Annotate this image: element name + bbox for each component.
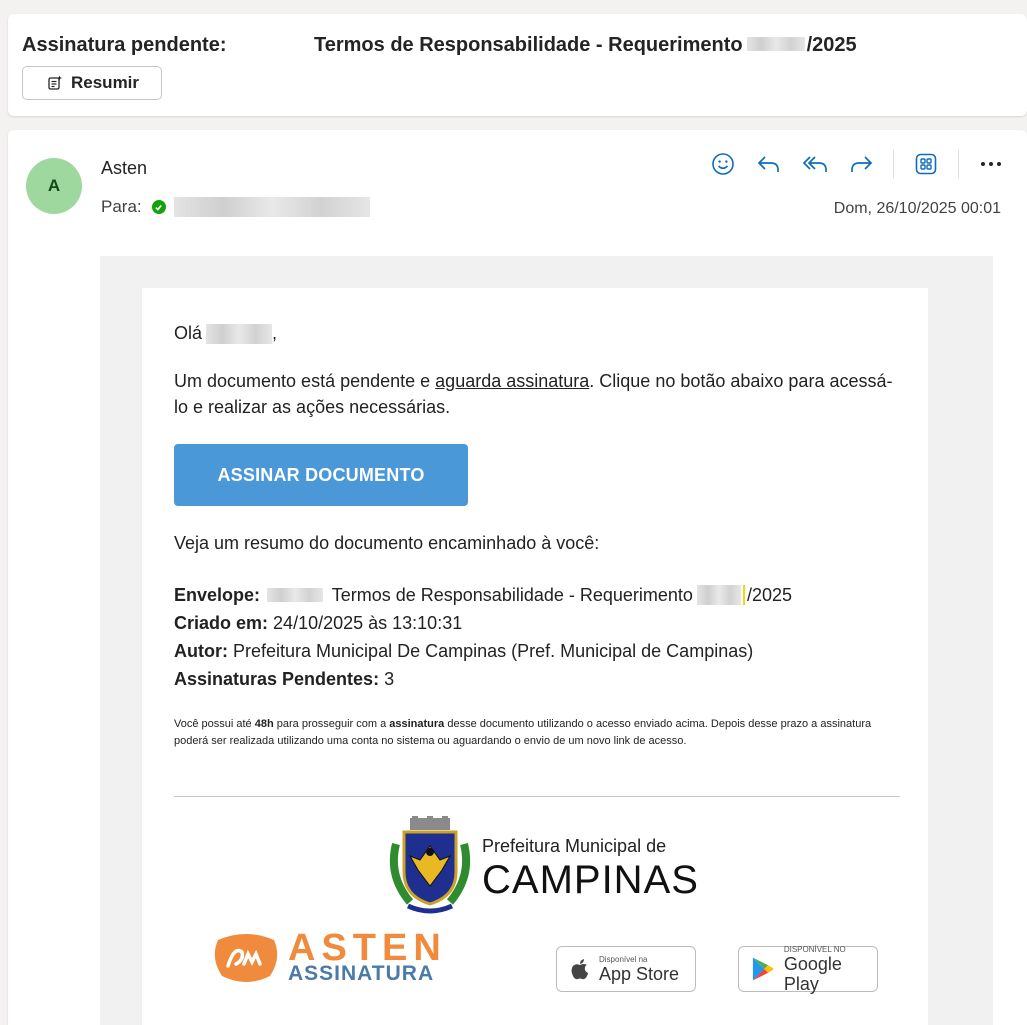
note-signature: assinatura <box>389 718 445 730</box>
author-value: Prefeitura Municipal De Campinas (Pref. … <box>233 641 754 661</box>
greeting-text: Olá <box>174 323 203 343</box>
message-card: A Asten Para: Dom, 26/10/2025 00:01 Olá … <box>8 130 1027 1025</box>
pending-value: 3 <box>384 669 395 689</box>
message-actions <box>709 150 1005 178</box>
app-store-badge[interactable]: Disponível na App Store <box>556 946 696 992</box>
apps-icon[interactable] <box>912 150 940 178</box>
greeting-comma: , <box>272 323 278 343</box>
envelope-label: Envelope: <box>174 585 261 605</box>
redacted-number <box>696 585 741 606</box>
summarize-label: Resumir <box>71 73 140 92</box>
campinas-logo: Prefeitura Municipal de CAMPINAS <box>388 816 708 916</box>
pending-field: Assinaturas Pendentes: 3 <box>174 666 394 692</box>
created-value: 24/10/2025 às 13:10:31 <box>273 613 463 633</box>
subject-title-suffix: /2025 <box>806 34 857 56</box>
redacted-name <box>206 324 273 345</box>
action-divider <box>893 150 894 178</box>
sender-name[interactable]: Asten <box>101 158 147 179</box>
verified-check-icon <box>151 200 166 214</box>
asten-logo: ASTEN ASSINATURA <box>210 928 510 990</box>
note-text: Você possui até <box>174 718 255 730</box>
envelope-field: Envelope: Termos de Responsabilidade - R… <box>174 582 792 608</box>
author-label: Autor: <box>174 641 228 661</box>
redacted-id <box>267 587 324 602</box>
intro-text: Um documento está pendente e <box>174 371 436 391</box>
subject-header: Assinatura pendente: Termos de Responsab… <box>8 14 1027 116</box>
summary-intro: Veja um resumo do documento encaminhado … <box>174 533 600 553</box>
note-text: para prosseguir com a <box>273 718 390 730</box>
google-play-small: DISPONÍVEL NO <box>783 944 846 954</box>
reply-icon[interactable] <box>755 150 783 178</box>
message-date: Dom, 26/10/2025 00:01 <box>833 200 1001 217</box>
app-store-label: App Store <box>599 963 680 984</box>
more-icon[interactable] <box>977 150 1005 178</box>
subject-title: Termos de Responsabilidade - Requeriment… <box>314 34 857 57</box>
created-label: Criado em: <box>174 613 269 633</box>
emoji-icon[interactable] <box>709 150 737 178</box>
envelope-suffix: /2025 <box>746 585 792 605</box>
campinas-coat-of-arms <box>389 816 471 914</box>
envelope-value: Termos de Responsabilidade - Requeriment… <box>331 585 693 605</box>
campinas-subtitle: Prefeitura Municipal de <box>482 836 667 856</box>
action-divider <box>958 150 959 178</box>
awaiting-signature-link[interactable]: aguarda assinatura <box>435 371 589 391</box>
highlight-mark <box>742 585 745 606</box>
pending-label: Assinaturas Pendentes: <box>174 669 380 689</box>
to-label: Para: <box>101 197 142 216</box>
sign-document-button[interactable]: ASSINAR DOCUMENTO <box>174 444 468 506</box>
apple-icon <box>571 959 588 980</box>
app-store-small: Disponível na <box>599 954 648 964</box>
email-body-frame: Olá, Um documento está pendente e aguard… <box>100 256 993 1025</box>
campinas-title: CAMPINAS <box>482 858 699 902</box>
created-field: Criado em: 24/10/2025 às 13:10:31 <box>174 610 462 636</box>
recipients-row: Para: <box>101 197 370 217</box>
divider <box>174 796 900 797</box>
google-play-badge[interactable]: DISPONÍVEL NO Google Play <box>738 944 878 994</box>
asten-mark-icon <box>214 934 278 982</box>
subject-title-text: Termos de Responsabilidade - Requeriment… <box>314 34 743 56</box>
redacted-text <box>746 36 805 51</box>
forward-icon[interactable] <box>847 150 875 178</box>
note-deadline: 48h <box>254 718 274 730</box>
summarize-button[interactable]: Resumir <box>22 66 163 100</box>
email-body: Olá, Um documento está pendente e aguard… <box>142 288 928 1025</box>
author-field: Autor: Prefeitura Municipal De Campinas … <box>174 638 753 664</box>
asten-subtitle: ASSINATURA <box>288 962 435 985</box>
reply-all-icon[interactable] <box>801 150 829 178</box>
summarize-icon <box>48 75 62 90</box>
intro-paragraph: Um documento está pendente e aguarda ass… <box>174 368 904 420</box>
greeting: Olá, <box>174 320 277 346</box>
google-play-label: Google Play <box>783 953 842 994</box>
subject-label: Assinatura pendente: <box>22 34 227 56</box>
recipient-redacted[interactable] <box>173 197 370 217</box>
google-play-icon <box>752 957 774 981</box>
deadline-note: Você possui até 48h para prosseguir com … <box>174 716 874 750</box>
avatar[interactable]: A <box>26 158 82 214</box>
